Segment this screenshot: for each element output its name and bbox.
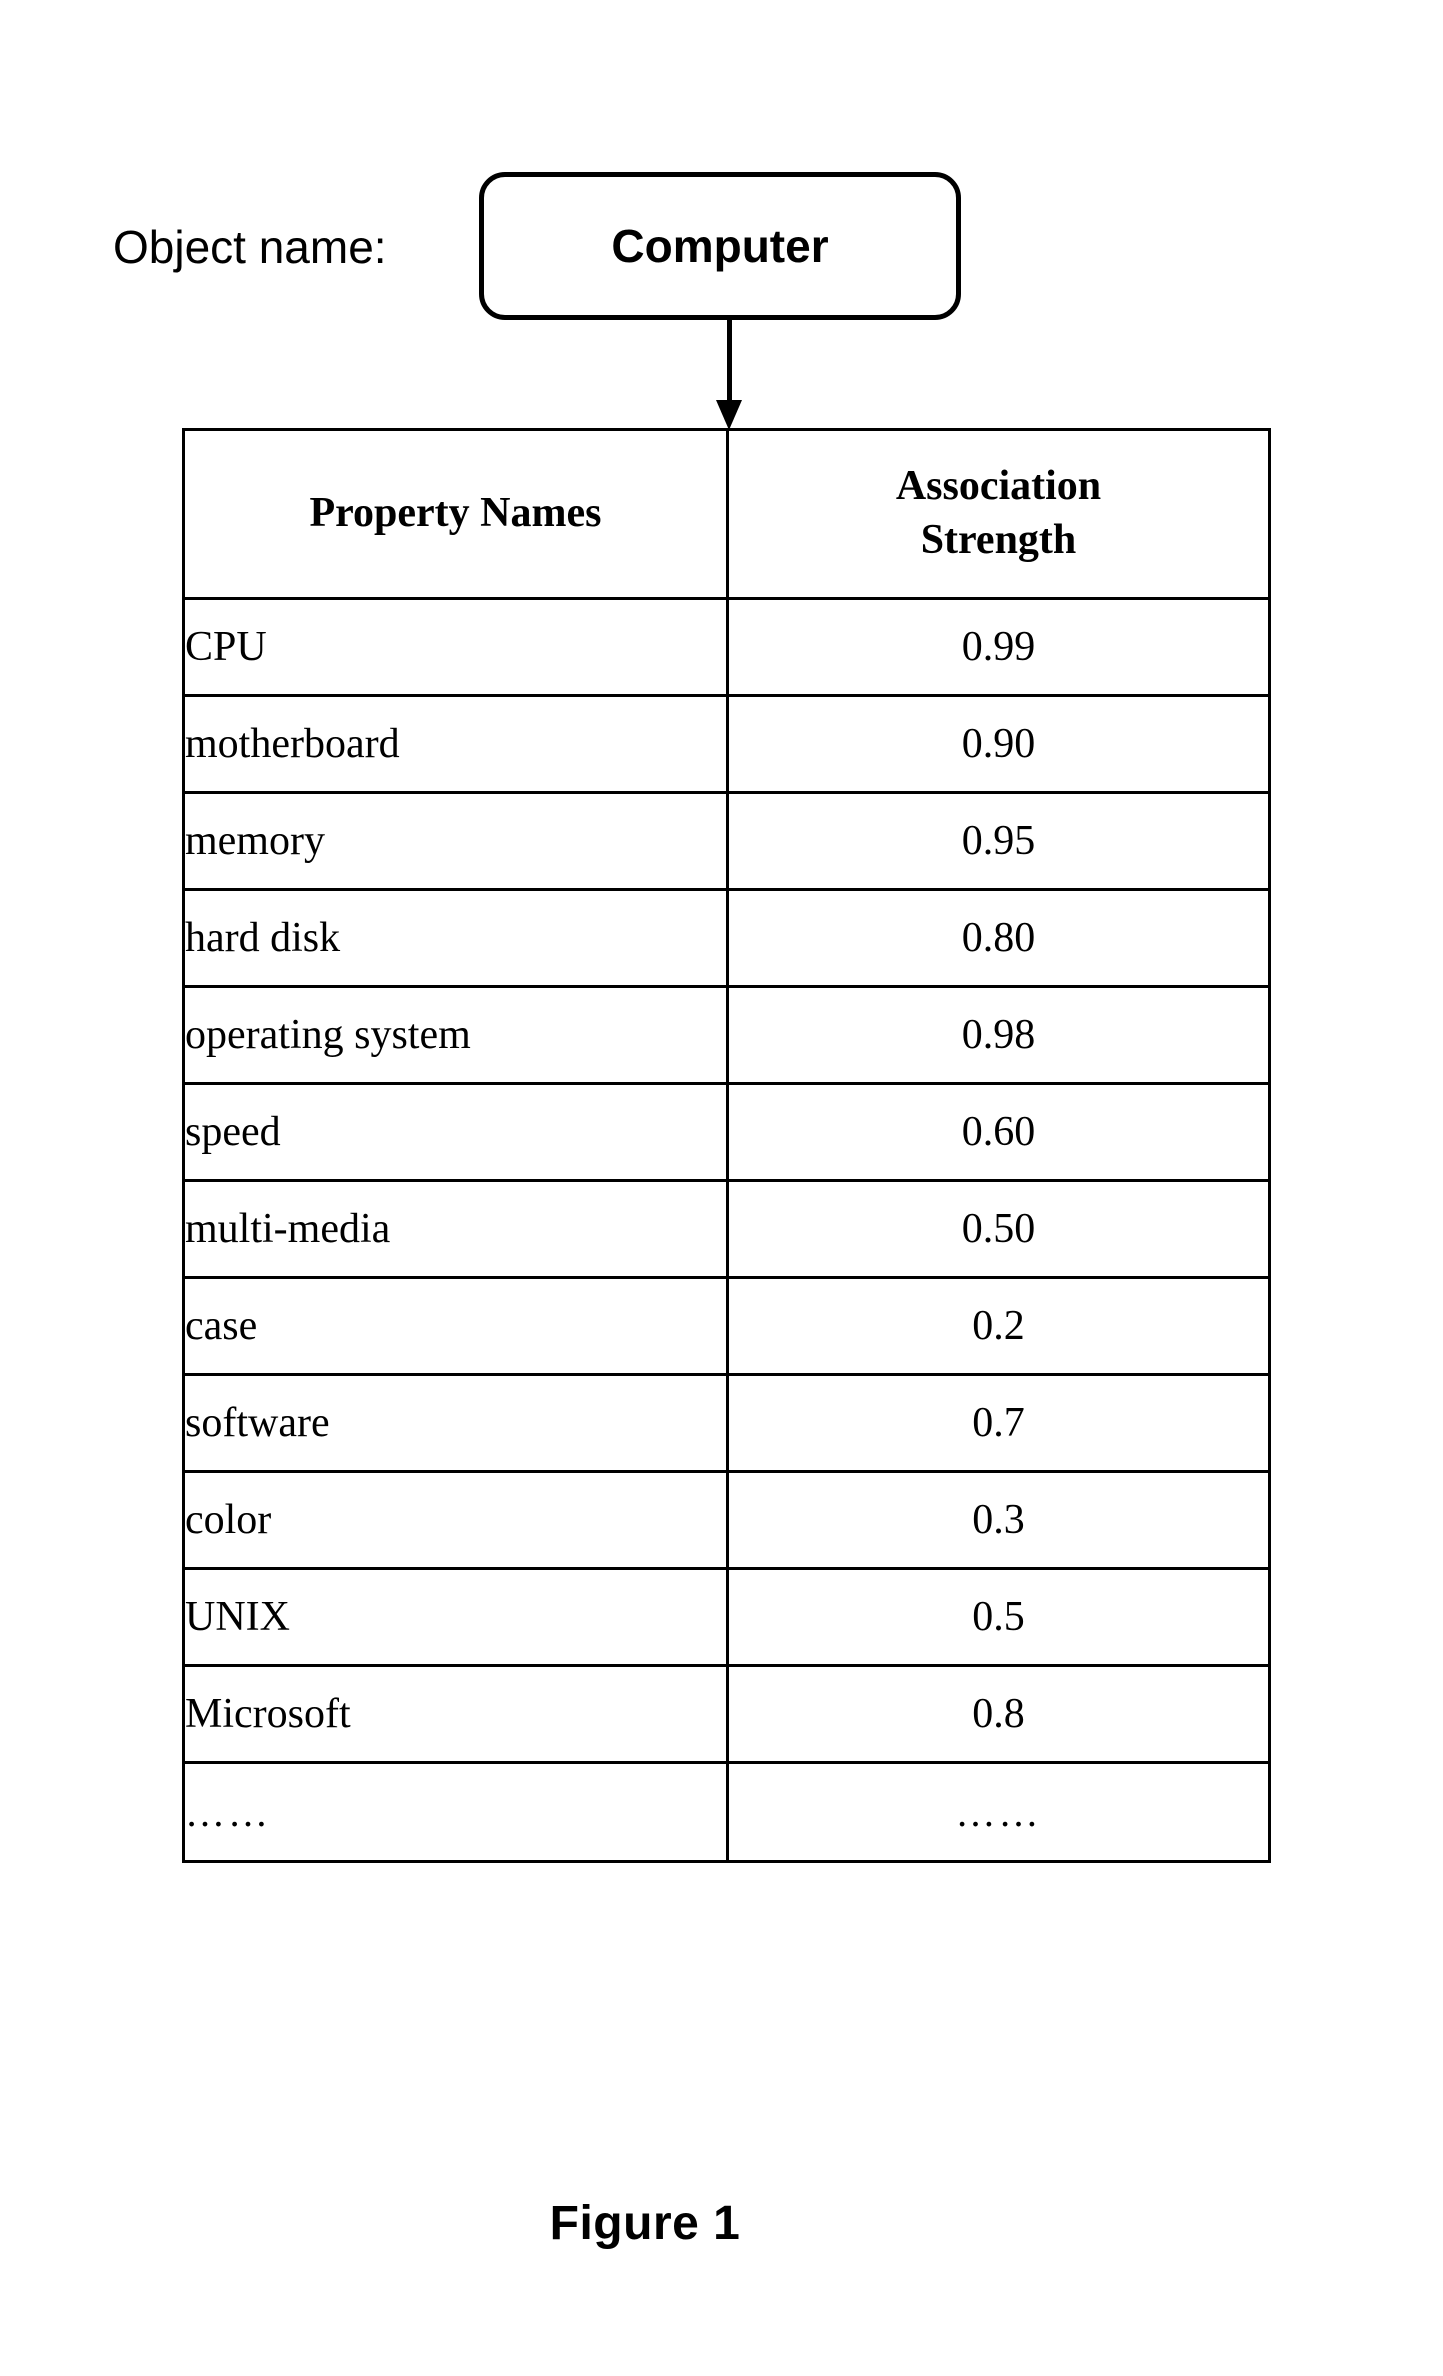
arrow-head bbox=[716, 400, 742, 430]
property-name-cell: UNIX bbox=[182, 1567, 729, 1667]
table-row: motherboard 0.90 bbox=[182, 694, 1271, 794]
association-strength-cell: 0.8 bbox=[726, 1664, 1271, 1764]
table-row: hard disk 0.80 bbox=[182, 888, 1271, 988]
association-strength-cell: 0.90 bbox=[726, 694, 1271, 794]
table-row: operating system 0.98 bbox=[182, 985, 1271, 1085]
figure-caption: Figure 1 bbox=[549, 2197, 741, 2250]
column-header-association-strength: Association Strength bbox=[726, 428, 1271, 600]
table-row: Microsoft 0.8 bbox=[182, 1664, 1271, 1764]
property-name-cell: memory bbox=[182, 791, 729, 891]
property-name-cell: Microsoft bbox=[182, 1664, 729, 1764]
column-header-line-2: Strength bbox=[920, 517, 1077, 563]
table-header: Property Names Association Strength bbox=[182, 428, 1271, 600]
table-row: case 0.2 bbox=[182, 1276, 1271, 1376]
association-strength-cell: 0.60 bbox=[726, 1082, 1271, 1182]
table-row: multi-media 0.50 bbox=[182, 1179, 1271, 1279]
property-name-cell: software bbox=[182, 1373, 729, 1473]
column-header-line-1: Association bbox=[895, 463, 1102, 510]
association-strength-ellipsis: …… bbox=[726, 1761, 1271, 1863]
property-name-cell: color bbox=[182, 1470, 729, 1570]
arrow-shaft bbox=[727, 318, 732, 410]
table-row: speed 0.60 bbox=[182, 1082, 1271, 1182]
table-body: CPU 0.99 motherboard 0.90 memory 0.95 ha… bbox=[182, 597, 1271, 1863]
down-arrow-icon bbox=[716, 318, 742, 430]
property-association-table: Property Names Association Strength CPU … bbox=[182, 428, 1271, 1863]
table-row: memory 0.95 bbox=[182, 791, 1271, 891]
table-row: software 0.7 bbox=[182, 1373, 1271, 1473]
association-strength-cell: 0.99 bbox=[726, 597, 1271, 697]
property-name-cell: hard disk bbox=[182, 888, 729, 988]
table-row: UNIX 0.5 bbox=[182, 1567, 1271, 1667]
association-strength-cell: 0.50 bbox=[726, 1179, 1271, 1279]
association-strength-cell: 0.5 bbox=[726, 1567, 1271, 1667]
association-strength-cell: 0.7 bbox=[726, 1373, 1271, 1473]
association-strength-cell: 0.95 bbox=[726, 791, 1271, 891]
table-row: color 0.3 bbox=[182, 1470, 1271, 1570]
property-name-cell: CPU bbox=[182, 597, 729, 697]
association-strength-cell: 0.2 bbox=[726, 1276, 1271, 1376]
property-name-cell: operating system bbox=[182, 985, 729, 1085]
property-name-ellipsis: …… bbox=[182, 1761, 729, 1863]
association-strength-cell: 0.80 bbox=[726, 888, 1271, 988]
table-row: CPU 0.99 bbox=[182, 597, 1271, 697]
object-name-row: Object name: Computer bbox=[0, 164, 1443, 330]
table-header-row: Property Names Association Strength bbox=[182, 428, 1271, 600]
object-name-box[interactable]: Computer bbox=[479, 172, 961, 320]
table-row-ellipsis: …… …… bbox=[182, 1761, 1271, 1863]
object-name-label: Object name: bbox=[113, 221, 387, 273]
property-name-cell: motherboard bbox=[182, 694, 729, 794]
property-name-cell: case bbox=[182, 1276, 729, 1376]
column-header-property-names: Property Names bbox=[182, 428, 729, 600]
property-name-cell: speed bbox=[182, 1082, 729, 1182]
property-name-cell: multi-media bbox=[182, 1179, 729, 1279]
association-strength-cell: 0.98 bbox=[726, 985, 1271, 1085]
association-strength-cell: 0.3 bbox=[726, 1470, 1271, 1570]
object-name-value: Computer bbox=[611, 220, 829, 272]
